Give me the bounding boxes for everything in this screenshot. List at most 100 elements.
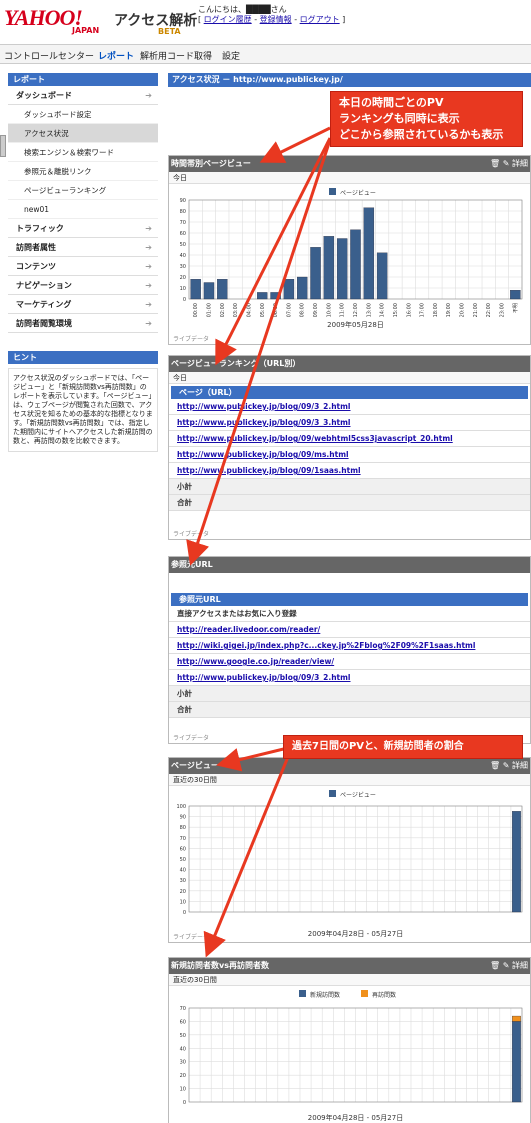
panel-tools[interactable]: 🗑 ✎ 詳細 bbox=[490, 758, 528, 774]
legend-swatch bbox=[329, 790, 336, 797]
yahoo-logo[interactable]: YAHOO! bbox=[4, 5, 83, 31]
x-tick-label: 12:00 bbox=[353, 303, 359, 317]
period-label: 今日 bbox=[169, 172, 530, 184]
y-tick-label: 20 bbox=[180, 889, 186, 895]
live-data-label: ライブデータ bbox=[173, 735, 210, 742]
sidebar-item[interactable]: コンテンツ ➔ bbox=[8, 257, 158, 276]
row-link[interactable]: http://www.publickey.jp/blog/09/3_3.html bbox=[177, 418, 351, 427]
row-link[interactable]: http://www.publickey.jp/blog/09/1saas.ht… bbox=[177, 466, 361, 475]
row-link[interactable]: http://www.publickey.jp/blog/09/3_2.html bbox=[177, 673, 351, 682]
account-info-link[interactable]: 登録情報 bbox=[260, 15, 292, 24]
row-link[interactable]: http://www.publickey.jp/blog/09/webhtml5… bbox=[177, 434, 453, 443]
y-tick-label: 10 bbox=[180, 899, 186, 905]
ranking-panel: ページビューランキング（URL別） 今日 ページ（URL） http://www… bbox=[168, 355, 531, 540]
chevron-right-icon: ➔ bbox=[145, 224, 152, 233]
x-tick-label: 03:00 bbox=[233, 303, 239, 317]
nav-code[interactable]: 解析用コード取得 bbox=[140, 49, 212, 62]
y-tick-label: 30 bbox=[180, 264, 186, 270]
hourly-pv-chart: ページビュー 0 10 20 30 40 50 60 70 80 90 00:00 01:00 02:00… bbox=[180, 188, 523, 329]
table-row: 直接アクセスまたはお気に入り登録 bbox=[169, 606, 530, 622]
sidebar-header: レポート bbox=[8, 73, 158, 86]
y-tick-label: 60 bbox=[180, 846, 186, 852]
sidebar-item[interactable]: ダッシュボード ➔ bbox=[8, 86, 158, 105]
y-tick-label: 30 bbox=[180, 1060, 186, 1066]
x-tick-label: 17:00 bbox=[420, 303, 426, 317]
table-row: http://www.publickey.jp/blog/09/3_2.html bbox=[169, 399, 530, 415]
sidebar-collapse-handle[interactable] bbox=[0, 135, 6, 157]
nav-settings[interactable]: 設定 bbox=[222, 49, 240, 62]
panel-title: ページビューランキング（URL別） bbox=[171, 359, 301, 368]
sidebar-item[interactable]: new01 bbox=[8, 200, 158, 219]
row-link[interactable]: http://wiki.gigei.jp/index.php?c...ckey.… bbox=[177, 641, 475, 650]
logout-link[interactable]: ログアウト bbox=[300, 15, 340, 24]
legend-swatch bbox=[361, 990, 368, 997]
y-tick-label: 90 bbox=[180, 815, 186, 821]
bar bbox=[217, 279, 228, 300]
y-tick-label: 10 bbox=[180, 1087, 186, 1093]
row-link[interactable]: http://www.publickey.jp/blog/09/ms.html bbox=[177, 450, 349, 459]
yahoo-japan-label: JAPAN bbox=[72, 26, 100, 35]
sidebar-item[interactable]: アクセス状況 bbox=[8, 124, 158, 143]
hint-text: アクセス状況のダッシュボードでは、「ページビュー」と「新規訪問数vs再訪問数」の… bbox=[8, 368, 158, 452]
sidebar-item[interactable]: ページビューランキング bbox=[8, 181, 158, 200]
nav-report[interactable]: レポート bbox=[98, 49, 134, 62]
legend-swatch bbox=[329, 188, 336, 195]
x-tick-label: 05:00 bbox=[260, 303, 266, 317]
panel-tools[interactable]: 🗑 ✎ 詳細 bbox=[490, 156, 528, 172]
page-title: アクセス状況 － http://www.publickey.jp/ bbox=[168, 73, 531, 87]
y-tick-label: 0 bbox=[183, 1100, 186, 1106]
total-row: 合計 bbox=[169, 495, 530, 511]
x-tick-label: 01:00 bbox=[206, 303, 212, 317]
sidebar-item[interactable]: 訪問者閲覧環境 ➔ bbox=[8, 314, 158, 333]
y-tick-label: 40 bbox=[180, 1046, 186, 1052]
callout-mid: 過去7日間のPVと、新規訪問者の割合 bbox=[283, 735, 523, 759]
table-row: http://www.publickey.jp/blog/09/1saas.ht… bbox=[169, 463, 530, 479]
x-tick-label: 16:00 bbox=[406, 303, 412, 317]
sidebar-item[interactable]: ダッシュボード設定 bbox=[8, 105, 158, 124]
table-row: http://wiki.gigei.jp/index.php?c...ckey.… bbox=[169, 638, 530, 654]
y-tick-label: 70 bbox=[180, 836, 186, 842]
row-link[interactable]: http://www.publickey.jp/blog/09/3_2.html bbox=[177, 402, 351, 411]
live-data-label: ライブデータ bbox=[173, 934, 210, 941]
panel-title: 時間帯別ページビュー bbox=[171, 159, 251, 168]
x-tick-label: 不明 bbox=[513, 303, 519, 313]
bar bbox=[203, 282, 215, 300]
y-tick-label: 20 bbox=[180, 275, 186, 281]
row-link[interactable]: http://www.google.co.jp/reader/view/ bbox=[177, 657, 334, 666]
bar bbox=[190, 279, 201, 300]
legend-label: ページビュー bbox=[340, 791, 376, 799]
top-nav: コントロールセンター レポート 解析用コード取得 設定 bbox=[0, 44, 531, 64]
y-tick-label: 0 bbox=[183, 910, 186, 916]
login-history-link[interactable]: ログイン履歴 bbox=[204, 15, 252, 24]
y-tick-label: 80 bbox=[180, 825, 186, 831]
x-tick-label: 08:00 bbox=[300, 303, 306, 317]
beta-badge: BETA bbox=[158, 27, 181, 36]
panel-title: 参照元URL bbox=[171, 560, 213, 569]
sidebar-item[interactable]: 参照元＆離脱リンク bbox=[8, 162, 158, 181]
sidebar-item[interactable]: 検索エンジン＆検索ワード bbox=[8, 143, 158, 162]
panel-tools[interactable]: 🗑 ✎ 詳細 bbox=[490, 958, 528, 974]
period-label: 直近の30日間 bbox=[169, 774, 530, 786]
greeting-text: こんにちは、████さん bbox=[198, 5, 287, 14]
sidebar-item[interactable]: 訪問者属性 ➔ bbox=[8, 238, 158, 257]
nav-control-center[interactable]: コントロールセンター bbox=[4, 49, 94, 62]
table-row: http://www.publickey.jp/blog/09/3_2.html bbox=[169, 670, 530, 686]
hourly-pv-panel: 時間帯別ページビュー 🗑 ✎ 詳細 今日 ページビュー 0 10 20 30 40 50 60 7… bbox=[168, 155, 531, 345]
chevron-right-icon: ➔ bbox=[145, 243, 152, 252]
chevron-right-icon: ➔ bbox=[145, 91, 152, 100]
sidebar-item[interactable]: ナビゲーション ➔ bbox=[8, 276, 158, 295]
sidebar-item[interactable]: マーケティング ➔ bbox=[8, 295, 158, 314]
x-tick-label: 14:00 bbox=[380, 303, 386, 317]
x-axis-title: 2009年05月28日 bbox=[327, 320, 384, 329]
row-link[interactable]: http://reader.livedoor.com/reader/ bbox=[177, 625, 320, 634]
bar bbox=[297, 276, 308, 300]
pv-30day-chart: ページビュー 0 10 20 30 40 50 60 70 80 90 100 2009年04月28日 … bbox=[176, 790, 523, 938]
y-tick-label: 60 bbox=[180, 231, 186, 237]
x-tick-label: 13:00 bbox=[366, 303, 372, 317]
x-axis-title: 2009年04月28日 - 05月27日 bbox=[308, 1113, 403, 1122]
y-tick-label: 40 bbox=[180, 868, 186, 874]
bar bbox=[310, 247, 321, 300]
panel-title: 新規訪問者数vs再訪問者数 bbox=[171, 961, 269, 970]
sidebar-item[interactable]: トラフィック ➔ bbox=[8, 219, 158, 238]
y-tick-label: 90 bbox=[180, 198, 186, 204]
